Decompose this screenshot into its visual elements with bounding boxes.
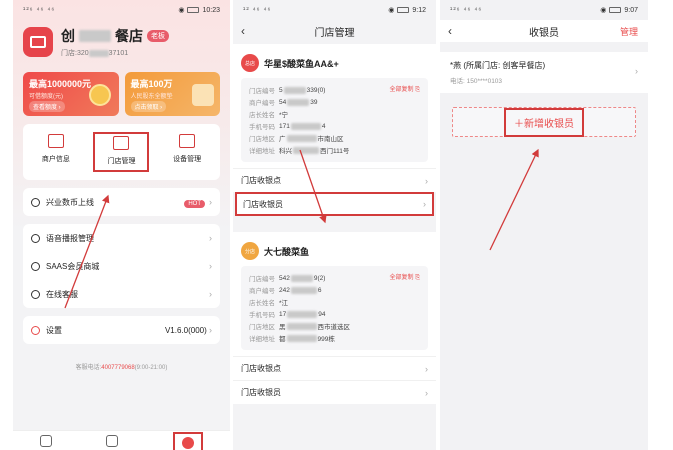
store-id: 门店:320 37101 <box>61 49 129 57</box>
role-badge: 老板 <box>147 30 169 42</box>
store-cashpoint-link[interactable]: 门店收银点 › <box>233 168 436 192</box>
home-tab-icon[interactable] <box>40 434 53 447</box>
chevron-right-icon: › <box>423 199 426 209</box>
status-bar: ¹²⁶ ⁴⁶ ⁴⁶ ◉ 10:23 <box>13 0 230 20</box>
battery-icon <box>609 7 622 13</box>
cashier-list-item[interactable]: *燕 (所属门店: 创客早餐店) 电话: 150****0103 › <box>440 52 648 93</box>
menu-row-voice[interactable]: 语音播报管理 › <box>23 224 220 252</box>
add-cashier-button[interactable]: ＋新增收银员 <box>504 107 584 137</box>
store-name: 华星$酸菜鱼AA&+ <box>264 58 339 69</box>
function-grid: 商户信息 门店管理 设备管理 <box>23 124 220 180</box>
chevron-right-icon: › <box>425 363 428 374</box>
menu-row-saas[interactable]: SAAS会员商城 › <box>23 252 220 280</box>
back-icon[interactable]: ‹ <box>241 24 245 38</box>
device-icon <box>179 134 196 148</box>
clock: 10:23 <box>202 6 220 14</box>
clock: 9:12 <box>412 6 426 14</box>
hotline: 客服电话:4007779068(9:00-21:00) <box>75 365 168 371</box>
cashier-name: *燕 (所属门店: 创客早餐店) <box>450 61 546 70</box>
chevron-right-icon: › <box>635 66 638 76</box>
phone-store-management: ¹² ⁴⁶ ⁴⁶ ◉ 9:12 ‹ 门店管理 总店 华星$酸菜鱼AA&+ 全部复… <box>233 0 436 450</box>
copy-all-button[interactable]: 全部复制 ⎘ <box>390 84 420 94</box>
store-info: 全部复制 ⎘ 门店编号 5 339(0) 商户编号 54 39 店长姓名 *宁 手机号码 1… <box>241 78 428 162</box>
eye-icon: ◉ <box>600 7 607 14</box>
back-icon[interactable]: ‹ <box>448 24 452 38</box>
nav-bar: ‹ 收银员 管理 <box>440 20 648 42</box>
merchant-info-button[interactable]: 商户信息 <box>28 132 84 172</box>
chevron-right-icon: › <box>425 387 428 398</box>
store-management-button[interactable]: 门店管理 <box>93 132 150 172</box>
settings-card: 设置 V1.6.0(000) › <box>23 316 220 344</box>
battery-icon <box>187 7 200 13</box>
speaker-icon <box>31 233 40 243</box>
currency-icon <box>31 197 40 207</box>
digital-currency-card: 兴业数币上线 HOT › <box>23 188 220 216</box>
signal-text: ¹² ⁴⁶ ⁴⁶ <box>243 6 272 14</box>
menu-row-support[interactable]: 在线客服 › <box>23 280 220 308</box>
store-name: 创 餐店 老板 <box>61 26 169 46</box>
clock: 9:07 <box>624 6 638 14</box>
battery-icon <box>397 7 410 13</box>
chevron-right-icon: › <box>209 233 212 243</box>
store-cashier-link[interactable]: 门店收银员 › <box>235 192 434 216</box>
store-card-branch: 分店 大七酸菜鱼 全部复制 ⎘ 门店编号 542 9(2) 商户编号 242 6 店长姓… <box>233 232 436 356</box>
signal-text: ¹²⁶ ⁴⁶ ⁴⁶ <box>23 6 56 14</box>
chevron-right-icon: › <box>209 261 212 271</box>
head-store-badge: 总店 <box>241 54 259 72</box>
hotline-number[interactable]: 4007779068 <box>101 365 134 371</box>
page-title: 收银员 <box>529 27 559 39</box>
menu-row-digital-currency[interactable]: 兴业数币上线 HOT › <box>23 188 220 216</box>
tab-bar <box>13 430 230 450</box>
cart-icon <box>31 261 40 271</box>
gift-banner[interactable]: 最高100万 人民股东全额垫 点击领取 › <box>124 72 220 116</box>
store-info: 全部复制 ⎘ 门店编号 542 9(2) 商户编号 242 6 店长姓名 *江 手机号码 1… <box>241 266 428 350</box>
hot-badge: HOT <box>184 200 205 208</box>
store-header[interactable]: 创 餐店 老板 门店:320 37101 <box>13 20 230 58</box>
manage-button[interactable]: 管理 <box>620 25 638 38</box>
gift-icon <box>192 84 214 106</box>
device-management-button[interactable]: 设备管理 <box>159 132 215 172</box>
view-quota-button[interactable]: 查看额度 › <box>29 101 65 112</box>
promo-banners: 最高1000000元 可借额度(元) 查看额度 › 最高100万 人民股东全额垫… <box>13 58 230 116</box>
claim-button[interactable]: 点击领取 › <box>130 101 167 112</box>
orders-tab-icon[interactable] <box>106 434 119 447</box>
services-card: 语音播报管理 › SAAS会员商城 › 在线客服 › <box>23 224 220 308</box>
coin-icon <box>88 84 111 106</box>
nav-bar: ‹ 门店管理 <box>233 20 436 42</box>
menu-row-settings[interactable]: 设置 V1.6.0(000) › <box>23 316 220 344</box>
store-cashier-link[interactable]: 门店收银员 › <box>233 380 436 404</box>
branch-store-badge: 分店 <box>241 242 259 260</box>
chevron-right-icon: › <box>209 325 212 335</box>
page-title: 门店管理 <box>314 27 355 39</box>
chevron-right-icon: › <box>425 175 428 186</box>
status-bar: ¹²⁶ ⁴⁶ ⁴⁶ ◉ 9:07 <box>440 0 648 20</box>
chevron-right-icon: › <box>209 197 212 207</box>
version-text: V1.6.0(000) <box>164 326 207 335</box>
headset-icon <box>31 289 40 299</box>
shop-icon <box>113 136 130 150</box>
loan-banner[interactable]: 最高1000000元 可借额度(元) 查看额度 › <box>23 72 119 116</box>
phone-cashier: ¹²⁶ ⁴⁶ ⁴⁶ ◉ 9:07 ‹ 收银员 管理 *燕 (所属门店: 创客早餐… <box>440 0 648 450</box>
mine-tab-icon[interactable] <box>172 431 203 450</box>
redacted-block <box>79 30 111 42</box>
store-name: 大七酸菜鱼 <box>264 246 310 257</box>
store-card-main: 总店 华星$酸菜鱼AA&+ 全部复制 ⎘ 门店编号 5 339(0) 商户编号 54 3… <box>233 44 436 168</box>
gear-icon <box>31 325 40 335</box>
store-cashpoint-link[interactable]: 门店收银点 › <box>233 356 436 380</box>
status-bar: ¹² ⁴⁶ ⁴⁶ ◉ 9:12 <box>233 0 436 20</box>
phone-home: ¹²⁶ ⁴⁶ ⁴⁶ ◉ 10:23 创 餐店 老板 门店:320 37101 最高… <box>13 0 230 450</box>
eye-icon: ◉ <box>388 7 395 14</box>
copy-all-button[interactable]: 全部复制 ⎘ <box>390 272 420 282</box>
signal-text: ¹²⁶ ⁴⁶ ⁴⁶ <box>450 6 483 14</box>
add-cashier-area: ＋新增收银员 <box>452 107 636 137</box>
cashier-phone: 电话: 150****0103 <box>450 78 503 85</box>
store-logo-icon <box>23 27 53 57</box>
eye-icon: ◉ <box>178 7 185 14</box>
id-card-icon <box>47 134 64 148</box>
chevron-right-icon: › <box>209 289 212 299</box>
